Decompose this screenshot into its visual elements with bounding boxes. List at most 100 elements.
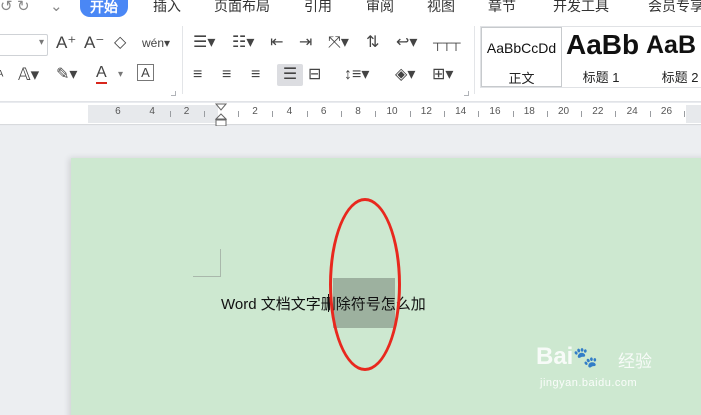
align-center-icon[interactable]: ≡: [222, 64, 231, 86]
numbered-list-icon[interactable]: ☷▾: [232, 32, 254, 54]
shading-icon[interactable]: ◈▾: [395, 64, 415, 86]
justify-icon[interactable]: ☰: [277, 64, 303, 86]
pinyin-guide-icon[interactable]: wén▾: [142, 32, 170, 54]
tab-stop-icon[interactable]: ┬┬┬: [433, 32, 461, 54]
quick-access-more-icon[interactable]: ⌄: [50, 0, 63, 15]
style-name: 正文: [508, 71, 535, 86]
decrease-indent-icon[interactable]: ⇤: [270, 32, 283, 54]
ruler-number: 18: [523, 106, 535, 117]
style-sample: AaB: [646, 31, 697, 59]
bullet-list-icon[interactable]: ☰▾: [193, 32, 215, 54]
margin-crop-mark: [193, 249, 221, 277]
ruler-number: 14: [455, 106, 467, 117]
ruler-tick: [478, 111, 479, 117]
redo-icon[interactable]: ↻: [17, 0, 30, 15]
style-name: 标题 2: [661, 70, 699, 85]
tab-home[interactable]: 开始: [80, 0, 128, 17]
distributed-align-icon[interactable]: ⊟: [308, 64, 321, 86]
text-direction-icon[interactable]: ⤧▾: [328, 32, 349, 54]
group-separator: [182, 26, 183, 94]
ruler-number: 16: [489, 106, 501, 117]
indent-marker-icon[interactable]: [215, 103, 227, 127]
ruler-tick: [272, 111, 273, 117]
chevron-down-icon: ▾: [409, 34, 418, 51]
ruler-tick: [684, 111, 685, 117]
style-normal[interactable]: AaBbCcDd 正文: [481, 27, 562, 87]
baidu-jingyan-watermark: Bai🐾 经验 jingyan.baidu.com: [536, 343, 666, 393]
ruler-number: 8: [355, 106, 361, 117]
ruler-number: 24: [626, 106, 638, 117]
style-heading-1[interactable]: AaBb 标题 1: [562, 27, 640, 87]
ruler-number: 4: [286, 106, 293, 117]
chevron-down-icon: ▾: [407, 66, 416, 83]
ruler-number: 6: [320, 106, 327, 117]
ruler-tick: [307, 111, 308, 117]
ruler-tick: [238, 111, 239, 117]
clear-format-icon[interactable]: ◇: [114, 32, 126, 54]
ruler-tick: [513, 111, 514, 117]
character-border-icon[interactable]: A: [137, 64, 154, 81]
highlight-pen-icon[interactable]: ✎▾: [56, 64, 77, 86]
ruler-tick: [375, 111, 376, 117]
shrink-font-icon[interactable]: A⁻: [84, 32, 104, 54]
tab-member[interactable]: 会员专享: [648, 0, 701, 15]
ruler-margin-area: [686, 105, 701, 123]
style-name: 标题 1: [582, 70, 620, 85]
chevron-down-icon[interactable]: ▾: [118, 64, 123, 86]
annotation-ellipse: [329, 198, 401, 371]
tab-insert[interactable]: 插入: [153, 0, 181, 15]
align-right-icon[interactable]: ≡: [251, 64, 260, 86]
chevron-down-icon: ▾: [38, 37, 44, 48]
chevron-down-icon: ▾: [361, 66, 370, 83]
tab-page-layout[interactable]: 页面布局: [214, 0, 270, 15]
borders-icon[interactable]: ⊞▾: [432, 64, 453, 86]
text-effect-icon[interactable]: ᴬ: [0, 64, 3, 86]
chevron-down-icon: ▾: [69, 66, 78, 83]
paragraph-dialog-launcher-icon[interactable]: [464, 91, 469, 96]
ruler-number: 20: [558, 106, 570, 117]
text-outline-icon[interactable]: 𝔸▾: [18, 64, 39, 86]
font-dialog-launcher-icon[interactable]: [171, 91, 176, 96]
ruler-tick: [204, 111, 205, 117]
style-heading-2[interactable]: AaB 标题 2: [640, 27, 701, 87]
tab-review[interactable]: 审阅: [366, 0, 394, 15]
group-separator: [474, 26, 475, 94]
ribbon: ▾ A⁺ A⁻ ◇ wén▾ ᴬ 𝔸▾ ✎▾ A ▾ A ☰▾ ☷▾ ⇤ ⇥ ⤧…: [0, 18, 701, 102]
tab-view[interactable]: 视图: [427, 0, 455, 15]
watermark-url: jingyan.baidu.com: [540, 377, 638, 389]
pinyin-guide-label: wén: [142, 36, 165, 50]
line-spacing-icon[interactable]: ↕≡▾: [344, 64, 369, 86]
align-left-icon[interactable]: ≡: [193, 64, 202, 86]
increase-indent-icon[interactable]: ⇥: [299, 32, 312, 54]
style-sample: AaBbCcDd: [486, 40, 557, 56]
tab-references[interactable]: 引用: [304, 0, 332, 15]
watermark-logo-cn: 经验: [618, 352, 652, 371]
line-break-icon[interactable]: ↩▾: [396, 32, 417, 54]
sort-icon[interactable]: ⇅: [366, 32, 379, 54]
ruler-number: 26: [660, 106, 673, 117]
paw-icon: 🐾: [573, 347, 599, 369]
tab-chapter[interactable]: 章节: [488, 0, 516, 15]
ruler-tick: [615, 111, 616, 117]
chevron-down-icon: ▾: [445, 66, 454, 83]
font-size-select[interactable]: ▾: [0, 34, 48, 56]
chevron-down-icon: ▾: [340, 34, 349, 51]
ruler-number: 22: [592, 106, 604, 117]
chevron-down-icon: ▾: [30, 65, 40, 84]
chevron-down-icon: ▾: [246, 34, 255, 51]
ruler-number: 4: [149, 106, 155, 117]
style-sample: AaBb: [566, 29, 640, 60]
ruler-number: 2: [183, 106, 190, 117]
watermark-logo: Bai🐾: [536, 343, 598, 371]
horizontal-ruler[interactable]: 6 4 2 2 4 6 8 10 12 14 16 18 20 22 24 26: [0, 103, 701, 125]
ruler-number: 10: [386, 106, 398, 117]
watermark-logo-text: Bai: [536, 343, 574, 370]
tab-developer-tools[interactable]: 开发工具: [553, 0, 609, 15]
grow-font-icon[interactable]: A⁺: [56, 32, 76, 54]
undo-icon[interactable]: ↺: [0, 0, 13, 15]
ruler-tick: [341, 111, 342, 117]
ruler-tick: [650, 111, 651, 117]
font-color-icon[interactable]: A: [96, 64, 107, 84]
ruler-number: 6: [115, 106, 121, 117]
ruler-tick: [170, 111, 171, 117]
